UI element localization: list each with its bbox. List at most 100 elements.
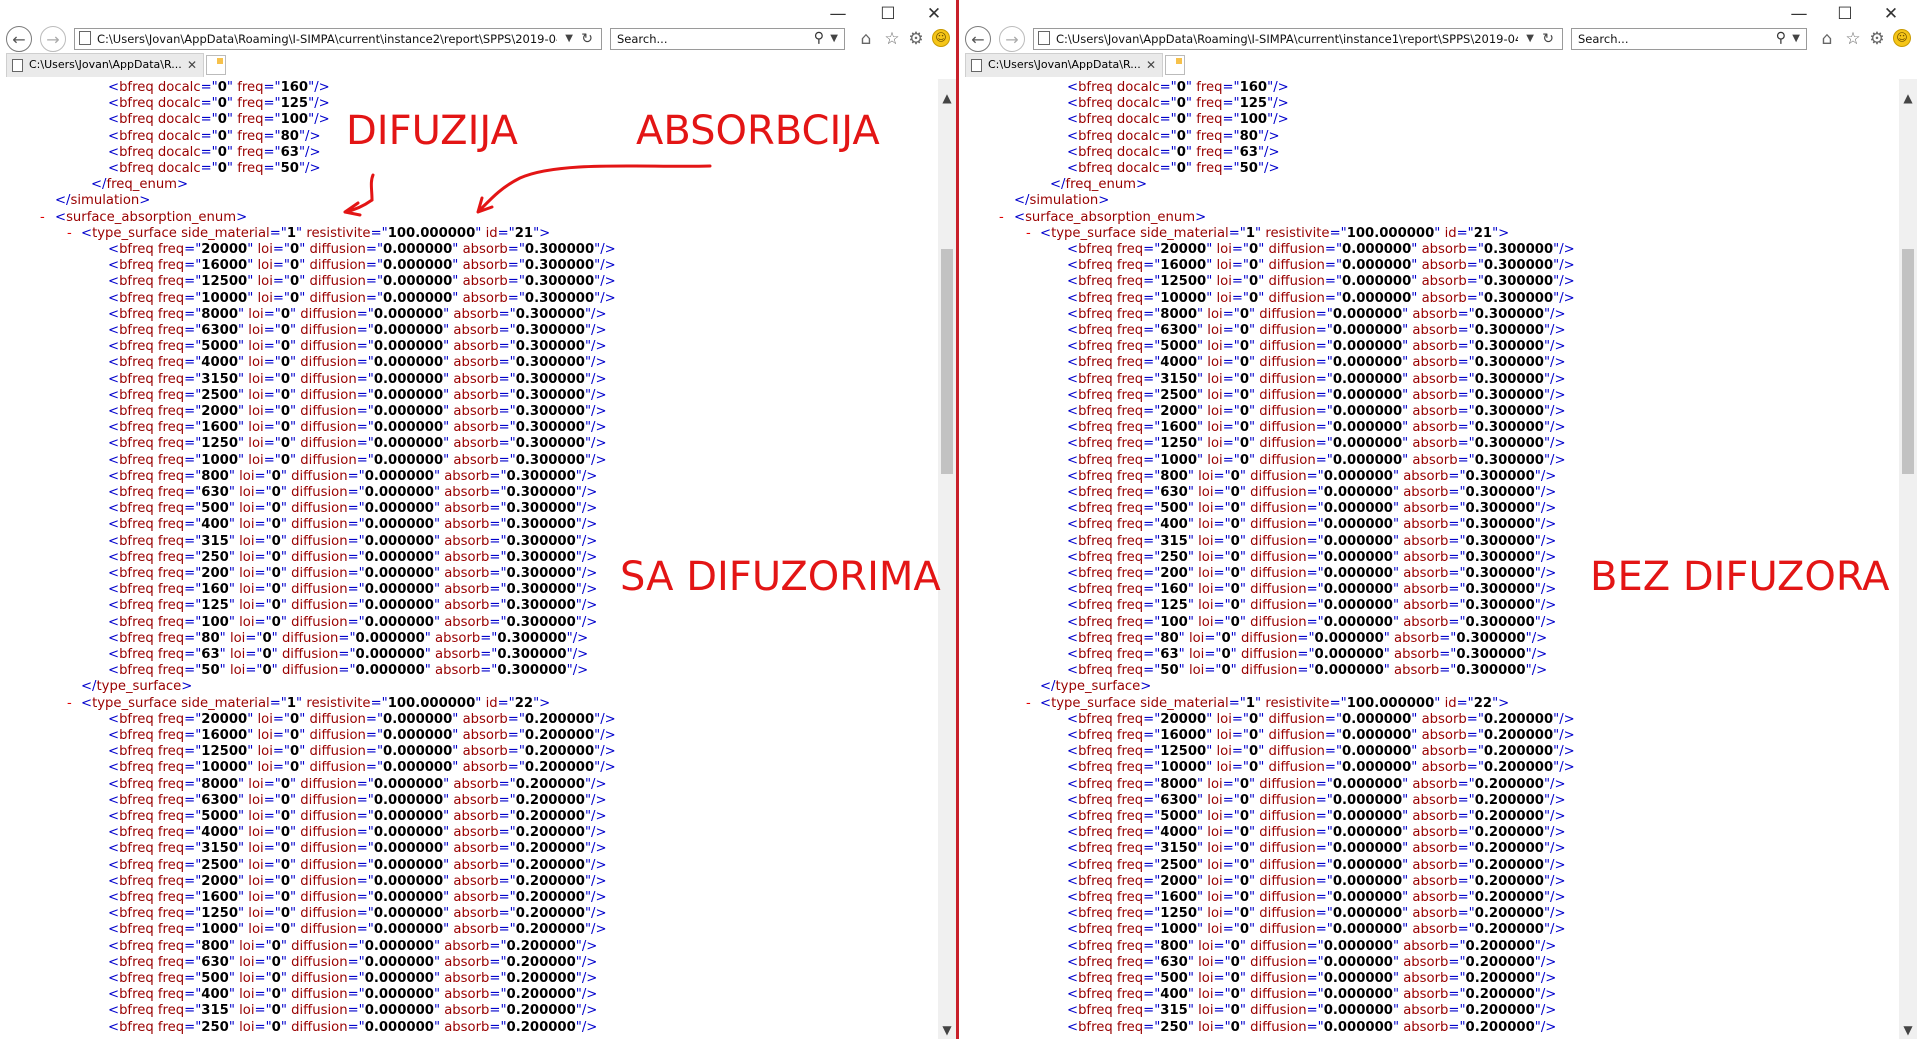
- xml-line-bfreq: <bfreq freq="2500" loi="0" diffusion="0.…: [1067, 387, 1566, 403]
- xml-line-bfreq: <bfreq freq="1250" loi="0" diffusion="0.…: [108, 906, 607, 922]
- tab-title: C:\Users\Jovan\AppData\R...: [988, 58, 1141, 71]
- xml-line-bfreq: <bfreq freq="250" loi="0" diffusion="0.0…: [1067, 549, 1557, 565]
- xml-line-bfreq: <bfreq freq="3150" loi="0" diffusion="0.…: [1067, 371, 1566, 387]
- xml-line-bfreq: <bfreq freq="2500" loi="0" diffusion="0.…: [1067, 857, 1566, 873]
- new-tab-button[interactable]: [1165, 55, 1185, 75]
- maximize-button[interactable]: ☐: [1825, 0, 1865, 30]
- xml-line-bfreq: <bfreq freq="4000" loi="0" diffusion="0.…: [1067, 355, 1566, 371]
- xml-line-bfreq: <bfreq freq="200" loi="0" diffusion="0.0…: [1067, 566, 1557, 581]
- xml-line-freq: <bfreq docalc="0" freq="160"/>: [1067, 80, 1289, 95]
- annotation-bez-difuzora: BEZ DIFUZORA: [1590, 554, 1890, 600]
- xml-line-bfreq: <bfreq freq="1600" loi="0" diffusion="0.…: [108, 420, 607, 436]
- xml-line-bfreq: <bfreq freq="250" loi="0" diffusion="0.0…: [1067, 1019, 1557, 1035]
- xml-line-bfreq: <bfreq freq="4000" loi="0" diffusion="0.…: [108, 355, 607, 371]
- xml-line-bfreq: <bfreq freq="800" loi="0" diffusion="0.0…: [108, 468, 598, 484]
- xml-line-bfreq: <bfreq freq="1600" loi="0" diffusion="0.…: [1067, 890, 1566, 905]
- xml-line-bfreq: <bfreq freq="315" loi="0" diffusion="0.0…: [108, 1003, 598, 1019]
- vertical-scrollbar[interactable]: ▲ ▼: [1899, 79, 1917, 1039]
- forward-icon[interactable]: →: [999, 26, 1025, 52]
- xml-line-bfreq: <bfreq freq="1000" loi="0" diffusion="0.…: [108, 922, 607, 938]
- address-bar[interactable]: C:\Users\Jovan\AppData\Roaming\I-SIMPA\c…: [1033, 28, 1563, 50]
- xml-line-freq-enum-close: </freq_enum>: [1050, 177, 1148, 193]
- xml-line-bfreq: <bfreq freq="315" loi="0" diffusion="0.0…: [108, 533, 598, 549]
- xml-line-bfreq: <bfreq freq="80" loi="0" diffusion="0.00…: [1067, 630, 1548, 646]
- scroll-down-icon[interactable]: ▼: [938, 1021, 956, 1039]
- xml-line-bfreq: <bfreq freq="5000" loi="0" diffusion="0.…: [108, 339, 607, 355]
- xml-line-bfreq: <bfreq freq="4000" loi="0" diffusion="0.…: [108, 825, 607, 841]
- collapse-toggle[interactable]: -: [1026, 696, 1031, 712]
- xml-line-simulation-close: </simulation>: [1014, 193, 1110, 209]
- xml-line-bfreq: <bfreq freq="12500" loi="0" diffusion="0…: [1067, 744, 1575, 760]
- xml-line-bfreq: <bfreq freq="250" loi="0" diffusion="0.0…: [108, 549, 598, 565]
- chevron-down-icon[interactable]: ▼: [1792, 29, 1800, 49]
- xml-line-bfreq: <bfreq freq="5000" loi="0" diffusion="0.…: [108, 809, 607, 824]
- scroll-down-icon[interactable]: ▼: [1899, 1021, 1917, 1039]
- xml-line-bfreq: <bfreq freq="630" loi="0" diffusion="0.0…: [108, 485, 598, 500]
- xml-line-bfreq: <bfreq freq="500" loi="0" diffusion="0.0…: [1067, 971, 1557, 986]
- xml-line-type-surface: <type_surface side_material="1" resistiv…: [1040, 225, 1510, 241]
- xml-line-bfreq: <bfreq freq="50" loi="0" diffusion="0.00…: [1067, 663, 1548, 679]
- collapse-toggle[interactable]: -: [999, 210, 1004, 226]
- xml-line-bfreq: <bfreq freq="1250" loi="0" diffusion="0.…: [1067, 436, 1566, 452]
- collapse-toggle[interactable]: -: [67, 696, 72, 712]
- search-placeholder: Search...: [1578, 32, 1629, 46]
- back-icon[interactable]: ←: [965, 26, 991, 52]
- search-input[interactable]: Search... ⚲ ▼: [1571, 28, 1807, 50]
- annotation-sa-difuzorima: SA DIFUZORIMA: [620, 554, 941, 600]
- xml-line-bfreq: <bfreq freq="10000" loi="0" diffusion="0…: [108, 760, 616, 776]
- scroll-thumb[interactable]: [1902, 249, 1914, 474]
- xml-line-type-surface: <type_surface side_material="1" resistiv…: [1040, 695, 1510, 711]
- xml-line-type-surface-close: </type_surface>: [81, 679, 193, 695]
- xml-line-bfreq: <bfreq freq="2000" loi="0" diffusion="0.…: [108, 873, 607, 889]
- xml-line-bfreq: <bfreq freq="400" loi="0" diffusion="0.0…: [1067, 987, 1557, 1003]
- xml-line-bfreq: <bfreq freq="800" loi="0" diffusion="0.0…: [108, 938, 598, 954]
- refresh-icon[interactable]: ↻: [1542, 29, 1554, 49]
- xml-line-bfreq: <bfreq freq="20000" loi="0" diffusion="0…: [1067, 711, 1575, 727]
- annotation-arrows: [343, 164, 712, 217]
- xml-line-bfreq: <bfreq freq="500" loi="0" diffusion="0.0…: [1067, 501, 1557, 517]
- xml-line-bfreq: <bfreq freq="6300" loi="0" diffusion="0.…: [1067, 792, 1566, 808]
- xml-line-bfreq: <bfreq freq="400" loi="0" diffusion="0.0…: [108, 517, 598, 533]
- close-tab-icon[interactable]: ✕: [1146, 54, 1156, 76]
- xml-line-bfreq: <bfreq freq="100" loi="0" diffusion="0.0…: [1067, 614, 1557, 630]
- xml-line-bfreq: <bfreq freq="2500" loi="0" diffusion="0.…: [108, 387, 607, 403]
- close-button[interactable]: ✕: [1871, 0, 1911, 30]
- tab-report[interactable]: C:\Users\Jovan\AppData\R... ✕: [965, 53, 1163, 77]
- xml-line-bfreq: <bfreq freq="125" loi="0" diffusion="0.0…: [108, 598, 598, 614]
- xml-line-bfreq: <bfreq freq="20000" loi="0" diffusion="0…: [1067, 242, 1575, 257]
- xml-line-bfreq: <bfreq freq="2000" loi="0" diffusion="0.…: [108, 404, 607, 419]
- xml-line-bfreq: <bfreq freq="800" loi="0" diffusion="0.0…: [1067, 938, 1557, 954]
- xml-line-bfreq: <bfreq freq="630" loi="0" diffusion="0.0…: [108, 954, 598, 970]
- address-text: C:\Users\Jovan\AppData\Roaming\I-SIMPA\c…: [1056, 32, 1518, 46]
- xml-line-bfreq: <bfreq freq="1600" loi="0" diffusion="0.…: [108, 890, 607, 905]
- scroll-up-icon[interactable]: ▲: [1899, 89, 1917, 107]
- xml-line-surface-enum: <surface_absorption_enum>: [1014, 209, 1207, 225]
- chevron-down-icon[interactable]: ▼: [1526, 29, 1534, 49]
- xml-line-type-surface-close: </type_surface>: [1040, 679, 1152, 695]
- xml-line-bfreq: <bfreq freq="630" loi="0" diffusion="0.0…: [1067, 485, 1557, 500]
- tab-bar: C:\Users\Jovan\AppData\R... ✕: [959, 53, 1919, 77]
- xml-line-bfreq: <bfreq freq="100" loi="0" diffusion="0.0…: [108, 614, 598, 630]
- favorites-star-icon[interactable]: ☆: [1843, 28, 1863, 50]
- home-icon[interactable]: ⌂: [1817, 28, 1837, 50]
- browser-window-left: — ☐ ✕ ← → C:\Users\Jovan\AppData\Roaming…: [0, 0, 958, 1039]
- xml-line-bfreq: <bfreq freq="400" loi="0" diffusion="0.0…: [108, 987, 598, 1003]
- minimize-button[interactable]: —: [1779, 0, 1819, 30]
- xml-line-bfreq: <bfreq freq="63" loi="0" diffusion="0.00…: [108, 647, 589, 662]
- collapse-toggle[interactable]: -: [1026, 226, 1031, 242]
- smiley-feedback-icon[interactable]: ☺: [1893, 29, 1911, 47]
- xml-line-freq: <bfreq docalc="0" freq="63"/>: [1067, 144, 1280, 160]
- xml-line-bfreq: <bfreq freq="1000" loi="0" diffusion="0.…: [108, 452, 607, 468]
- xml-line-bfreq: <bfreq freq="400" loi="0" diffusion="0.0…: [1067, 517, 1557, 533]
- search-icon[interactable]: ⚲: [1776, 28, 1786, 48]
- page-icon: [1038, 31, 1050, 45]
- browser-window-right: — ☐ ✕ ← → C:\Users\Jovan\AppData\Roaming…: [959, 0, 1919, 1039]
- xml-line-bfreq: <bfreq freq="2000" loi="0" diffusion="0.…: [1067, 404, 1566, 419]
- xml-line-bfreq: <bfreq freq="12500" loi="0" diffusion="0…: [1067, 274, 1575, 290]
- xml-line-bfreq: <bfreq freq="63" loi="0" diffusion="0.00…: [1067, 647, 1548, 662]
- xml-line-bfreq: <bfreq freq="8000" loi="0" diffusion="0.…: [108, 306, 607, 322]
- settings-gear-icon[interactable]: ⚙: [1867, 28, 1887, 50]
- xml-line-bfreq: <bfreq freq="80" loi="0" diffusion="0.00…: [108, 630, 589, 646]
- xml-line-bfreq: <bfreq freq="12500" loi="0" diffusion="0…: [108, 744, 616, 760]
- xml-line-bfreq: <bfreq freq="160" loi="0" diffusion="0.0…: [108, 582, 598, 598]
